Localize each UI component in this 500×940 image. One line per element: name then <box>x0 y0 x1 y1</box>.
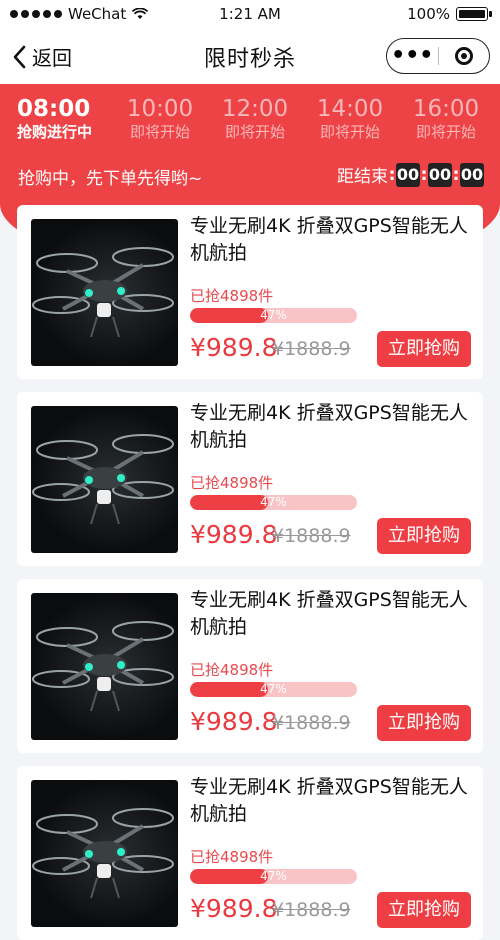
time-slot-tab[interactable]: 08:00 抢购进行中 <box>17 96 113 142</box>
battery-percent: 100% <box>407 5 450 23</box>
time-slot-status: 即将开始 <box>224 123 285 141</box>
time-slot-time: 08:00 <box>17 96 91 122</box>
sales-progress-bar: 47% <box>190 495 357 510</box>
time-slot-time: 12:00 <box>221 96 289 122</box>
product-title[interactable]: 专业无刷4K 折叠双GPS智能无人机航拍 <box>190 774 474 828</box>
product-image[interactable] <box>31 593 178 740</box>
time-slot-tab[interactable]: 12:00 即将开始 <box>207 96 303 142</box>
time-slot-tab[interactable]: 14:00 即将开始 <box>302 96 398 142</box>
sale-price: ¥989.8 <box>190 333 278 362</box>
product-image[interactable] <box>31 406 178 553</box>
countdown: 距结束: 00: 00: 00 <box>337 162 484 187</box>
countdown-separator: : <box>420 164 428 185</box>
sale-notice: 抢购中，先下单先得哟~ <box>18 169 203 189</box>
product-card[interactable]: 专业无刷4K 折叠双GPS智能无人机航拍 已抢4898件 47% ¥989.8 … <box>17 205 483 379</box>
countdown-minutes: 00 <box>428 162 452 187</box>
battery-info: 100% <box>407 5 492 23</box>
sales-progress-label: 47% <box>260 682 287 696</box>
sold-count: 已抢4898件 <box>190 848 274 866</box>
sold-count: 已抢4898件 <box>190 287 274 305</box>
sales-progress-bar: 47% <box>190 869 357 884</box>
sales-progress-bar: 47% <box>190 682 357 697</box>
time-slot-tab[interactable]: 16:00 即将开始 <box>398 96 494 142</box>
nav-bar: 返回 限时秒杀 ••• <box>0 28 500 84</box>
product-card[interactable]: 专业无刷4K 折叠双GPS智能无人机航拍 已抢4898件 47% ¥989.8 … <box>17 392 483 566</box>
sales-progress-label: 47% <box>260 308 287 322</box>
time-slot-tab[interactable]: 10:00 即将开始 <box>112 96 208 142</box>
buy-now-button[interactable]: 立即抢购 <box>377 518 471 554</box>
original-price: ¥1888.9 <box>272 712 351 734</box>
time-slot-time: 14:00 <box>316 96 384 122</box>
sold-count: 已抢4898件 <box>190 474 274 492</box>
countdown-seconds: 00 <box>460 162 484 187</box>
close-program-icon[interactable] <box>439 47 490 65</box>
time-slot-status: 即将开始 <box>415 123 476 141</box>
time-slot-status: 即将开始 <box>319 123 380 141</box>
original-price: ¥1888.9 <box>272 525 351 547</box>
more-options-icon[interactable]: ••• <box>387 45 438 67</box>
product-title[interactable]: 专业无刷4K 折叠双GPS智能无人机航拍 <box>190 587 474 641</box>
time-slot-status: 抢购进行中 <box>17 123 93 141</box>
buy-now-button[interactable]: 立即抢购 <box>377 705 471 741</box>
product-card[interactable]: 专业无刷4K 折叠双GPS智能无人机航拍 已抢4898件 47% ¥989.8 … <box>17 766 483 940</box>
product-image[interactable] <box>31 780 178 927</box>
product-image[interactable] <box>31 219 178 366</box>
time-slot-time: 10:00 <box>126 96 194 122</box>
sales-progress-label: 47% <box>260 495 287 509</box>
sold-count: 已抢4898件 <box>190 661 274 679</box>
product-title[interactable]: 专业无刷4K 折叠双GPS智能无人机航拍 <box>190 400 474 454</box>
countdown-hours: 00 <box>396 162 420 187</box>
buy-now-button[interactable]: 立即抢购 <box>377 331 471 367</box>
countdown-separator: : <box>452 164 460 185</box>
product-title[interactable]: 专业无刷4K 折叠双GPS智能无人机航拍 <box>190 213 474 267</box>
product-card[interactable]: 专业无刷4K 折叠双GPS智能无人机航拍 已抢4898件 47% ¥989.8 … <box>17 579 483 753</box>
sale-price: ¥989.8 <box>190 520 278 549</box>
original-price: ¥1888.9 <box>272 899 351 921</box>
buy-now-button[interactable]: 立即抢购 <box>377 892 471 928</box>
sale-price: ¥989.8 <box>190 707 278 736</box>
original-price: ¥1888.9 <box>272 338 351 360</box>
countdown-label: 距结束 <box>337 167 388 187</box>
time-slot-tabs: 08:00 抢购进行中 10:00 即将开始 12:00 即将开始 14:00 … <box>0 96 500 146</box>
countdown-separator: : <box>388 164 396 185</box>
sales-progress-bar: 47% <box>190 308 357 323</box>
time-slot-status: 即将开始 <box>129 123 190 141</box>
time-slot-time: 16:00 <box>412 96 480 122</box>
status-bar: WeChat 1:21 AM 100% <box>0 0 500 28</box>
mini-program-capsule: ••• <box>386 38 490 74</box>
battery-icon <box>456 7 492 21</box>
sales-progress-label: 47% <box>260 869 287 883</box>
sale-price: ¥989.8 <box>190 894 278 923</box>
